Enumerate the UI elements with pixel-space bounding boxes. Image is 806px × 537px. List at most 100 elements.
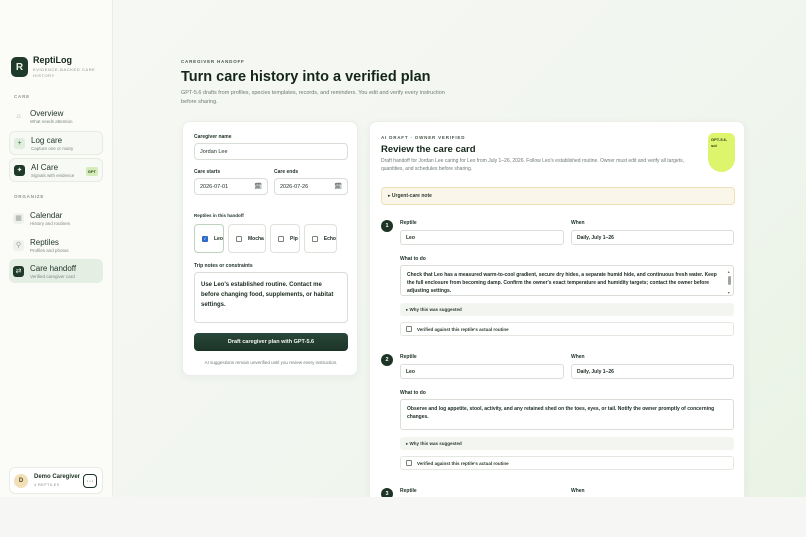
- reptile-option-mocha[interactable]: Mocha: [228, 224, 266, 253]
- step-number: 2: [381, 354, 393, 366]
- sidebar-item-ai-care[interactable]: ✦ AI Care Signals with evidence GPT: [9, 158, 103, 182]
- sidebar-item-calendar[interactable]: ▦ Calendar History and routines: [9, 206, 103, 230]
- sidebar-item-title: Overview: [30, 108, 64, 118]
- sidebar-item-log-care[interactable]: + Log care Capture one or many: [9, 131, 103, 155]
- verify-label: Verified against this reptile's actual r…: [417, 460, 509, 466]
- reptilog-logo-icon: R: [11, 57, 28, 77]
- plus-icon: +: [14, 137, 25, 149]
- user-reptile-count: 4 REPTILES: [34, 482, 60, 487]
- brand-tagline: EVIDENCE-BACKED CARE HISTORY: [33, 67, 96, 78]
- handoff-form-card: Caregiver name Jordan Lee Care starts 20…: [182, 121, 358, 376]
- gpt-badge: GPT: [85, 167, 98, 176]
- sidebar-item-title: Calendar: [30, 210, 63, 220]
- sidebar-item-care-handoff[interactable]: ⇄ Care handoff Verified caregiver card: [9, 259, 103, 283]
- step-reptile-input[interactable]: Leo: [400, 230, 564, 245]
- scroll-up-icon[interactable]: ▲: [727, 268, 730, 276]
- trip-notes-label: Trip notes or constraints: [194, 263, 253, 269]
- care-starts-value: 2026-07-01: [200, 183, 229, 190]
- user-name: Demo Caregiver: [34, 474, 81, 480]
- sidebar-item-title: AI Care: [31, 162, 59, 172]
- scroll-down-icon[interactable]: ▼: [727, 289, 730, 295]
- sidebar-item-reptiles[interactable]: ⚲ Reptiles Profiles and photos: [9, 233, 103, 257]
- step-when-input[interactable]: Daily, July 1–26: [571, 230, 734, 245]
- scrollbar-thumb[interactable]: [728, 276, 731, 285]
- verify-label: Verified against this reptile's actual r…: [417, 326, 509, 332]
- calendar-icon[interactable]: 🗓: [334, 183, 342, 190]
- step-when-input[interactable]: Daily, July 1–26: [571, 364, 734, 379]
- sidebar-item-desc: Profiles and photos: [30, 247, 69, 253]
- reptile-option-label: Pip: [290, 235, 298, 242]
- reptile-option-pip[interactable]: Pip: [270, 224, 300, 253]
- checkbox-icon[interactable]: [406, 326, 412, 332]
- when-label: When: [571, 354, 585, 360]
- reptile-option-label: Echo: [323, 235, 336, 242]
- caregiver-name-label: Caregiver name: [194, 134, 232, 140]
- calendar-icon[interactable]: 🗓: [254, 183, 262, 190]
- urgent-care-note-toggle[interactable]: ▸ Urgent-care note: [381, 187, 735, 205]
- why-suggested-toggle[interactable]: ▸ Why this was suggested: [400, 303, 734, 316]
- page-title: Turn care history into a verified plan: [181, 69, 431, 85]
- review-eyebrow: AI DRAFT · OWNER VERIFIED: [381, 135, 466, 140]
- step-what-textarea[interactable]: Check that Leo has a measured warm-to-co…: [400, 265, 734, 296]
- brand-name: ReptiLog: [33, 55, 72, 65]
- draft-plan-button[interactable]: Draft caregiver plan with GPT-5.6: [194, 333, 348, 351]
- step-reptile-input[interactable]: Leo: [400, 364, 564, 379]
- checkbox-icon[interactable]: [406, 460, 412, 466]
- textarea-scrollbar[interactable]: ▲ ▼: [727, 268, 731, 295]
- handoff-icon: ⇄: [13, 265, 24, 277]
- page-eyebrow: CAREGIVER HANDOFF: [181, 59, 245, 64]
- reptile-option-label: Leo: [214, 235, 223, 242]
- sidebar-item-desc: Verified caregiver card: [30, 273, 75, 279]
- sidebar: R ReptiLog EVIDENCE-BACKED CARE HISTORY …: [0, 0, 113, 497]
- sparkle-icon: ✦: [14, 164, 25, 176]
- care-ends-value: 2026-07-26: [280, 183, 309, 190]
- care-starts-input[interactable]: 2026-07-01 🗓: [194, 178, 268, 195]
- ai-disclaimer: AI suggestions remain unverified until y…: [204, 360, 338, 365]
- sidebar-item-desc: Signals with evidence: [31, 172, 75, 178]
- more-options-icon[interactable]: ···: [83, 474, 97, 488]
- checkbox-icon[interactable]: [278, 235, 284, 242]
- review-subtitle: Draft handoff for Jordan Lee caring for …: [381, 158, 684, 172]
- sidebar-item-title: Care handoff: [30, 263, 77, 273]
- review-care-card: AI DRAFT · OWNER VERIFIED Review the car…: [369, 121, 745, 497]
- step-number: 1: [381, 220, 393, 232]
- checkbox-checked-icon[interactable]: ✓: [202, 235, 208, 242]
- review-title: Review the care card: [381, 144, 476, 155]
- caregiver-name-input[interactable]: Jordan Lee: [194, 143, 348, 160]
- when-label: When: [571, 220, 585, 226]
- what-label: What to do: [400, 390, 426, 396]
- reptiles-label: Reptiles in this handoff: [194, 213, 244, 218]
- page-background-strip: [0, 497, 806, 537]
- step-what-textarea[interactable]: Observe and log appetite, stool, activit…: [400, 399, 734, 430]
- user-card[interactable]: D Demo Caregiver 4 REPTILES ···: [9, 467, 103, 494]
- checkbox-icon[interactable]: [236, 235, 242, 242]
- sidebar-item-title: Log care: [31, 135, 63, 145]
- care-ends-label: Care ends: [274, 169, 299, 175]
- calendar-icon: ▦: [13, 212, 24, 224]
- brand[interactable]: R ReptiLog EVIDENCE-BACKED CARE HISTORY: [11, 55, 98, 79]
- step-what-text: Check that Leo has a measured warm-to-co…: [407, 272, 717, 294]
- checkbox-icon[interactable]: [312, 235, 318, 242]
- reptile-label: Reptile: [400, 220, 417, 226]
- gpt-model-badge: GPT-5.6-sol: [708, 133, 735, 172]
- verify-routine-checkbox[interactable]: Verified against this reptile's actual r…: [400, 322, 734, 336]
- sidebar-item-title: Reptiles: [30, 237, 59, 247]
- sidebar-item-desc: Capture one or many: [31, 145, 74, 151]
- care-ends-input[interactable]: 2026-07-26 🗓: [274, 178, 348, 195]
- app-window: R ReptiLog EVIDENCE-BACKED CARE HISTORY …: [0, 0, 806, 497]
- step-number: 3: [381, 488, 393, 497]
- reptile-option-label: Mocha: [248, 235, 264, 242]
- reptile-icon: ⚲: [13, 239, 24, 251]
- reptile-option-echo[interactable]: Echo: [304, 224, 337, 253]
- trip-notes-textarea[interactable]: Use Leo's established routine. Contact m…: [194, 272, 348, 323]
- sidebar-item-overview[interactable]: ⌂ Overview What needs attention: [9, 104, 103, 128]
- verify-routine-checkbox[interactable]: Verified against this reptile's actual r…: [400, 456, 734, 470]
- home-icon: ⌂: [16, 112, 21, 120]
- reptile-option-leo[interactable]: ✓ Leo: [194, 224, 224, 253]
- page-subtitle: GPT-5.6 drafts from profiles, species te…: [181, 90, 445, 105]
- reptile-label: Reptile: [400, 488, 417, 494]
- avatar: D: [14, 473, 28, 488]
- why-suggested-toggle[interactable]: ▸ Why this was suggested: [400, 437, 734, 450]
- reptile-label: Reptile: [400, 354, 417, 360]
- nav-section-organize: ORGANIZE: [14, 194, 45, 199]
